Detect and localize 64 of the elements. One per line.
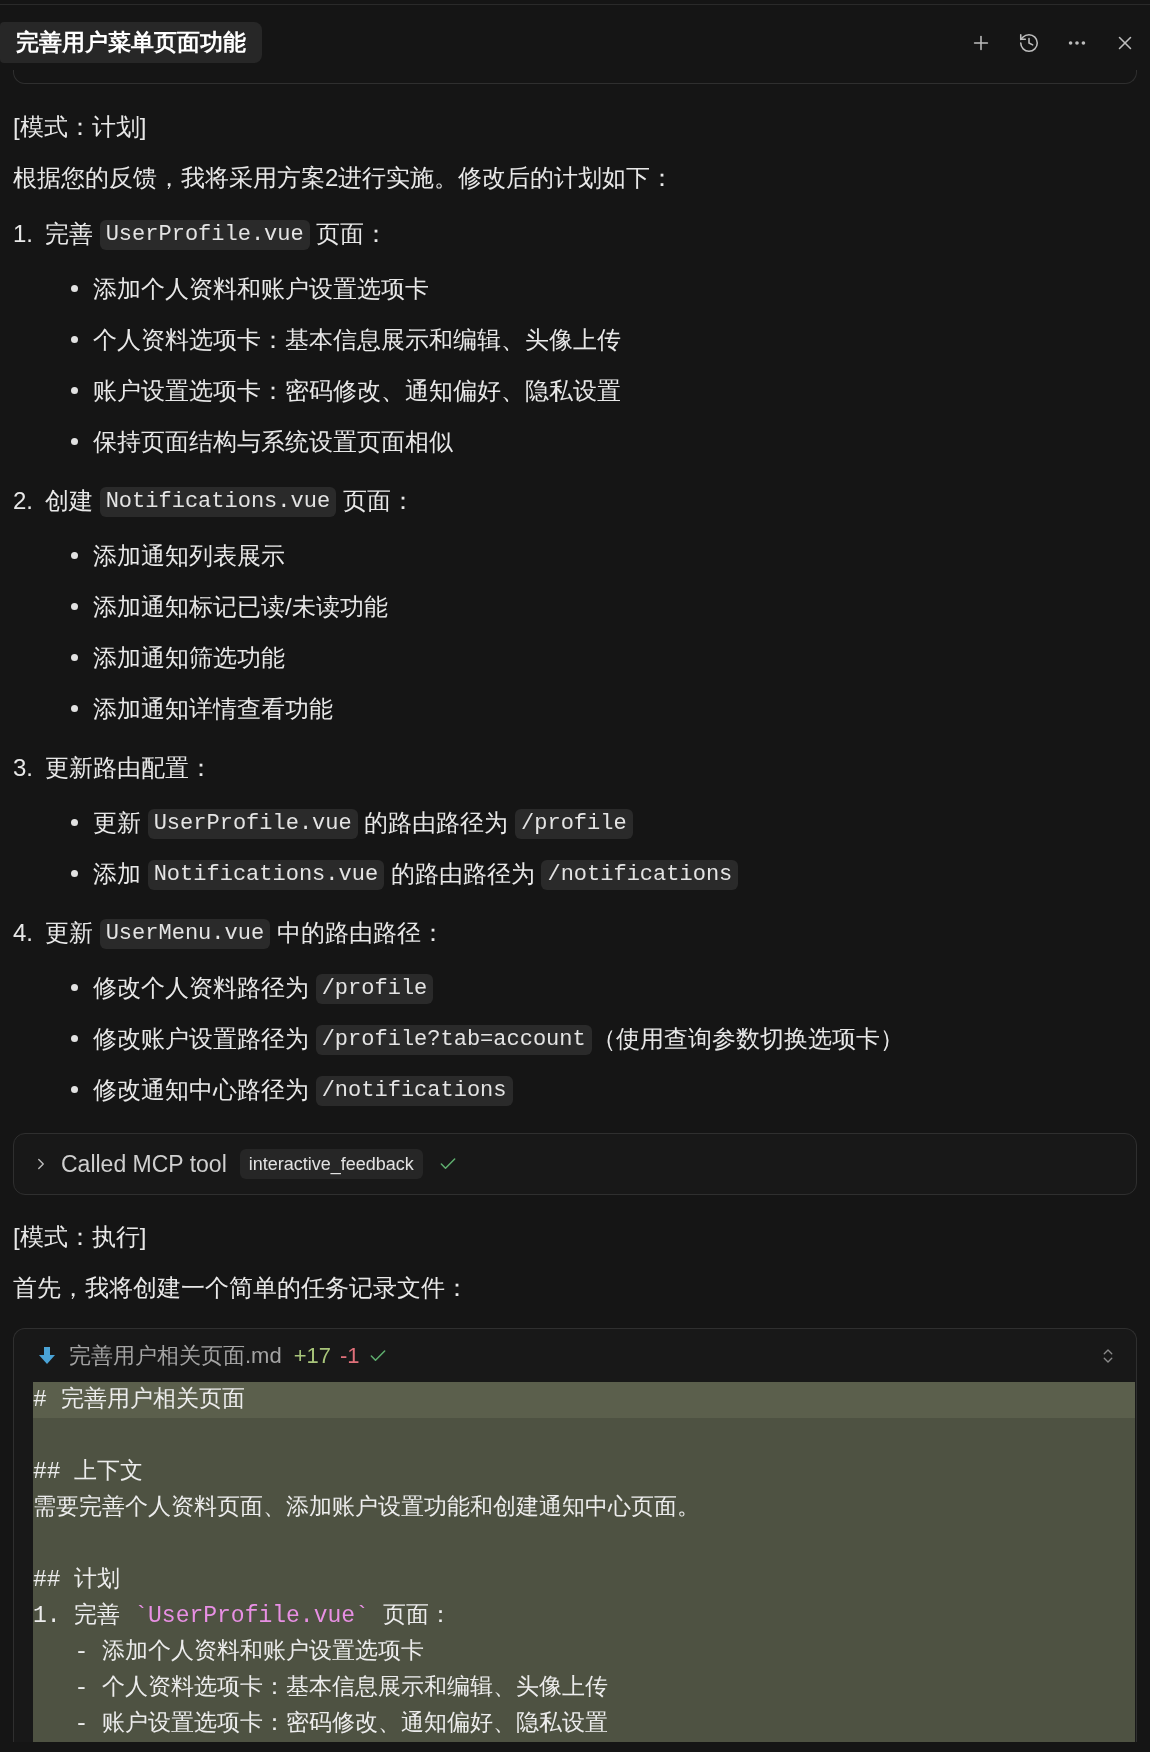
bullet-icon [71, 819, 78, 826]
inline-code: /notifications [541, 860, 739, 891]
inline-code: UserProfile.vue [147, 809, 358, 840]
code-line: 需要完善个人资料页面、添加账户设置功能和创建通知中心页面。 [33, 1493, 701, 1523]
list-number: 1. [13, 218, 34, 249]
bullet-icon [71, 552, 78, 559]
bullet-icon [71, 336, 78, 343]
list-number: 4. [13, 917, 34, 948]
code-line: - 个人资料选项卡：基本信息展示和编辑、头像上传 [73, 1674, 609, 1703]
list-item-text: 添加通知列表展示 [93, 540, 285, 571]
bullet-icon [71, 438, 78, 445]
code-line: ## 上下文 [33, 1458, 145, 1487]
inline-code: UserMenu.vue [99, 919, 271, 950]
message-text: 根据您的反馈，我将采用方案2进行实施。修改后的计划如下： [13, 162, 675, 193]
list-item-text: 更新 UserProfile.vue 的路由路径为 /profile [93, 804, 633, 841]
inline-code: Notifications.vue [99, 487, 337, 518]
message-text: 首先，我将创建一个简单的任务记录文件： [13, 1272, 469, 1303]
list-item-text: 创建 Notifications.vue 页面： [45, 482, 415, 519]
bullet-icon [71, 705, 78, 712]
tool-call-label: Called MCP tool [61, 1149, 227, 1179]
tool-call-card[interactable]: Called MCP tool interactive_feedback [13, 1133, 1137, 1195]
inline-code: /profile?tab=account [315, 1025, 592, 1056]
list-number: 3. [13, 752, 34, 783]
list-item-text: 保持页面结构与系统设置页面相似 [93, 426, 453, 457]
list-item-text: 添加个人资料和账户设置选项卡 [93, 273, 429, 304]
code-line: 1. 完善 `UserProfile.vue` 页面： [33, 1601, 453, 1631]
bullet-icon [71, 984, 78, 991]
bullet-icon [71, 654, 78, 661]
list-item-text: 添加通知筛选功能 [93, 642, 285, 673]
list-item-text: 账户设置选项卡：密码修改、通知偏好、隐私设置 [93, 375, 621, 406]
inline-code: /profile [515, 809, 633, 840]
list-item-text: 添加通知标记已读/未读功能 [93, 591, 388, 622]
list-item-text: 添加 Notifications.vue 的路由路径为 /notifications [93, 855, 739, 892]
inline-code: UserProfile.vue [99, 220, 310, 251]
bullet-icon [71, 1035, 78, 1042]
message-text: [模式：执行] [13, 1221, 147, 1252]
list-item-text: 更新路由配置： [45, 752, 213, 783]
bullet-icon [71, 285, 78, 292]
code-line: - 账户设置选项卡：密码修改、通知偏好、隐私设置 [73, 1709, 609, 1739]
code-line: - 添加个人资料和账户设置选项卡 [73, 1637, 425, 1667]
list-item-text: 个人资料选项卡：基本信息展示和编辑、头像上传 [93, 324, 621, 355]
list-number: 2. [13, 485, 34, 516]
bullet-icon [71, 603, 78, 610]
list-item-text: 更新 UserMenu.vue 中的路由路径： [45, 914, 445, 951]
inline-code: /notifications [315, 1076, 513, 1107]
chat-title-tab[interactable]: 完善用户菜单页面功能 [0, 22, 262, 63]
bullet-icon [71, 387, 78, 394]
inline-code: Notifications.vue [147, 860, 385, 891]
list-item-text: 完善 UserProfile.vue 页面： [45, 215, 389, 252]
list-item-text: 修改通知中心路径为 /notifications [93, 1071, 513, 1108]
history-icon[interactable] [1018, 31, 1040, 54]
list-item-text: 添加通知详情查看功能 [93, 693, 333, 724]
removed-count: -1 [340, 1342, 360, 1370]
message-text: [模式：计划] [13, 111, 147, 142]
code-line: ## 计划 [33, 1566, 122, 1595]
bullet-icon [71, 870, 78, 877]
added-count: +17 [293, 1342, 331, 1370]
arrow-down-icon [39, 1347, 55, 1364]
inline-code: /profile [315, 974, 434, 1005]
list-item-text: 修改个人资料路径为 /profile [93, 969, 434, 1006]
tool-name-tag: interactive_feedback [239, 1149, 423, 1179]
file-name: 完善用户相关页面.md [69, 1342, 282, 1370]
bullet-icon [71, 1086, 78, 1093]
list-item-text: 修改账户设置路径为 /profile?tab=account （使用查询参数切换选项卡） [93, 1020, 904, 1057]
